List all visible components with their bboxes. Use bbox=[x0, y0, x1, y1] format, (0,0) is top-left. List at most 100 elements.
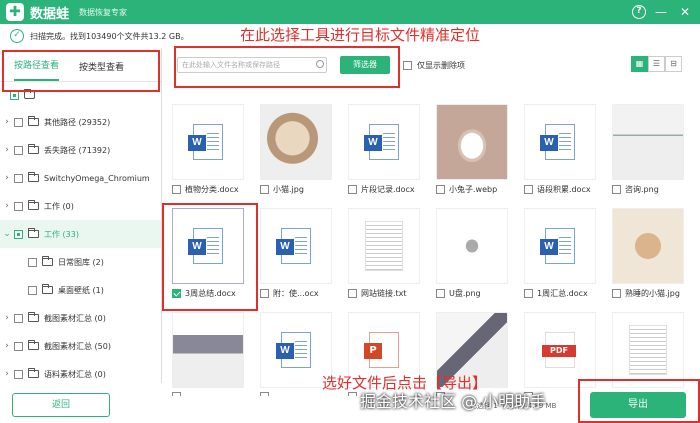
file-thumbnail[interactable]: W bbox=[172, 104, 244, 180]
help-icon[interactable]: ? bbox=[632, 5, 646, 19]
grid-view-icon[interactable]: ▦ bbox=[631, 56, 648, 72]
tree-node[interactable]: 日常图库 (2) bbox=[0, 248, 161, 276]
file-item[interactable]: W 植物分类.docx bbox=[163, 104, 251, 204]
chevron-right-icon[interactable]: › bbox=[0, 313, 14, 323]
chevron-down-icon[interactable]: ⌄ bbox=[0, 229, 14, 239]
file-label[interactable]: 附：使...ocx bbox=[260, 288, 346, 299]
file-label[interactable]: 小猫.jpg bbox=[260, 184, 346, 195]
file-checkbox[interactable] bbox=[524, 185, 533, 194]
only-deleted-checkbox[interactable] bbox=[403, 61, 412, 70]
file-checkbox[interactable] bbox=[172, 392, 181, 396]
node-checkbox[interactable] bbox=[28, 257, 37, 267]
node-checkbox[interactable] bbox=[28, 285, 37, 295]
file-checkbox[interactable] bbox=[524, 289, 533, 298]
file-item[interactable] bbox=[163, 312, 251, 396]
file-label[interactable]: 网站链接.txt bbox=[348, 288, 434, 299]
chevron-right-icon[interactable]: › bbox=[0, 117, 14, 127]
file-item[interactable]: 网站链接.txt bbox=[339, 208, 427, 308]
folder-icon bbox=[42, 284, 53, 294]
chevron-right-icon[interactable]: › bbox=[0, 369, 14, 379]
file-thumbnail[interactable] bbox=[172, 312, 244, 388]
file-item[interactable]: 小兔子.webp bbox=[427, 104, 515, 204]
only-deleted-toggle[interactable]: 仅显示删除项 bbox=[403, 60, 465, 71]
chevron-right-icon[interactable]: › bbox=[0, 341, 14, 351]
tree-node[interactable]: › 语料素材汇总 (0) bbox=[0, 360, 161, 388]
annotation-bottom: 选好文件后点击【导出】 bbox=[322, 374, 488, 392]
tree-node[interactable]: › 截图素材汇总 (0) bbox=[0, 304, 161, 332]
tree-node-selected[interactable]: ⌄ 工作 (33) bbox=[0, 220, 161, 248]
file-label[interactable]: 语段积累.docx bbox=[524, 184, 610, 195]
tree-node[interactable]: › 丢失路径 (71392) bbox=[0, 136, 161, 164]
file-thumbnail[interactable]: PDF bbox=[524, 312, 596, 388]
file-checkbox[interactable] bbox=[612, 289, 621, 298]
tree-node[interactable]: › 其他路径 (29352) bbox=[0, 108, 161, 136]
file-checkbox[interactable] bbox=[260, 185, 269, 194]
chevron-right-icon[interactable]: › bbox=[0, 173, 14, 183]
file-thumbnail[interactable]: W bbox=[348, 104, 420, 180]
file-thumbnail[interactable] bbox=[612, 208, 684, 284]
file-thumbnail[interactable] bbox=[436, 104, 508, 180]
file-checkbox[interactable] bbox=[348, 289, 357, 298]
file-checkbox[interactable] bbox=[172, 185, 181, 194]
list-view-icon[interactable]: ☰ bbox=[648, 56, 665, 72]
file-checkbox[interactable] bbox=[260, 392, 269, 396]
folder-icon bbox=[28, 116, 39, 126]
chevron-right-icon[interactable]: › bbox=[0, 201, 14, 211]
file-thumbnail[interactable] bbox=[348, 208, 420, 284]
file-thumbnail[interactable] bbox=[612, 312, 684, 388]
file-label[interactable]: 小兔子.webp bbox=[436, 184, 522, 195]
node-checkbox[interactable] bbox=[14, 145, 23, 155]
file-item[interactable]: W 附：使...ocx bbox=[251, 208, 339, 308]
file-thumbnail[interactable]: W bbox=[524, 208, 596, 284]
tree-node[interactable]: › 截图素材汇总 (50) bbox=[0, 332, 161, 360]
minimize-button[interactable]: — bbox=[652, 3, 670, 21]
node-checkbox[interactable] bbox=[14, 229, 23, 239]
chevron-right-icon[interactable]: › bbox=[0, 145, 14, 155]
node-checkbox[interactable] bbox=[14, 117, 23, 127]
node-label: SwitchyOmega_Chromium bbox=[44, 173, 150, 183]
detail-view-icon[interactable]: ⊟ bbox=[665, 56, 682, 72]
folder-icon bbox=[28, 200, 39, 210]
word-doc-icon: W bbox=[540, 228, 575, 264]
file-label[interactable] bbox=[172, 392, 258, 396]
file-label[interactable]: 熟睡的小猫.jpg bbox=[612, 288, 698, 299]
file-item[interactable]: 咨询.png bbox=[603, 104, 691, 204]
node-checkbox[interactable] bbox=[14, 341, 23, 351]
file-item[interactable]: 小猫.jpg bbox=[251, 104, 339, 204]
back-button[interactable]: 返回 bbox=[12, 393, 110, 417]
file-checkbox[interactable] bbox=[436, 185, 445, 194]
file-label[interactable]: 植物分类.docx bbox=[172, 184, 258, 195]
file-checkbox[interactable] bbox=[436, 289, 445, 298]
folder-icon bbox=[42, 256, 53, 266]
kitten-photo-icon bbox=[613, 209, 683, 283]
tree-node[interactable]: 桌面壁纸 (1) bbox=[0, 276, 161, 304]
tree-node[interactable]: › SwitchyOmega_Chromium bbox=[0, 164, 161, 192]
tree-node[interactable]: › 工作 (0) bbox=[0, 192, 161, 220]
file-item[interactable]: U盘.png bbox=[427, 208, 515, 308]
file-label[interactable]: U盘.png bbox=[436, 288, 522, 299]
file-item[interactable]: 熟睡的小猫.jpg bbox=[603, 208, 691, 308]
file-label[interactable]: 1周汇总.docx bbox=[524, 288, 610, 299]
file-thumbnail[interactable] bbox=[260, 104, 332, 180]
file-label[interactable]: 咨询.png bbox=[612, 184, 698, 195]
close-button[interactable]: ✕ bbox=[676, 3, 694, 21]
node-checkbox[interactable] bbox=[14, 201, 23, 211]
file-thumbnail[interactable] bbox=[436, 208, 508, 284]
file-item[interactable]: W 1周汇总.docx bbox=[515, 208, 603, 308]
file-checkbox[interactable] bbox=[348, 185, 357, 194]
file-label[interactable]: 片段记录.docx bbox=[348, 184, 434, 195]
file-thumbnail[interactable] bbox=[612, 104, 684, 180]
node-checkbox[interactable] bbox=[14, 173, 23, 183]
file-thumbnail[interactable]: W bbox=[524, 104, 596, 180]
node-checkbox[interactable] bbox=[14, 369, 23, 379]
file-item[interactable]: W 语段积累.docx bbox=[515, 104, 603, 204]
node-checkbox[interactable] bbox=[14, 313, 23, 323]
highlight-export bbox=[578, 379, 700, 423]
file-item[interactable]: W 片段记录.docx bbox=[339, 104, 427, 204]
file-checkbox[interactable] bbox=[612, 185, 621, 194]
laptop-photo-icon bbox=[173, 313, 243, 387]
file-checkbox[interactable] bbox=[260, 289, 269, 298]
drive-icon bbox=[24, 89, 35, 99]
app-name: 数据蛙 bbox=[30, 5, 70, 21]
file-thumbnail[interactable]: W bbox=[260, 208, 332, 284]
